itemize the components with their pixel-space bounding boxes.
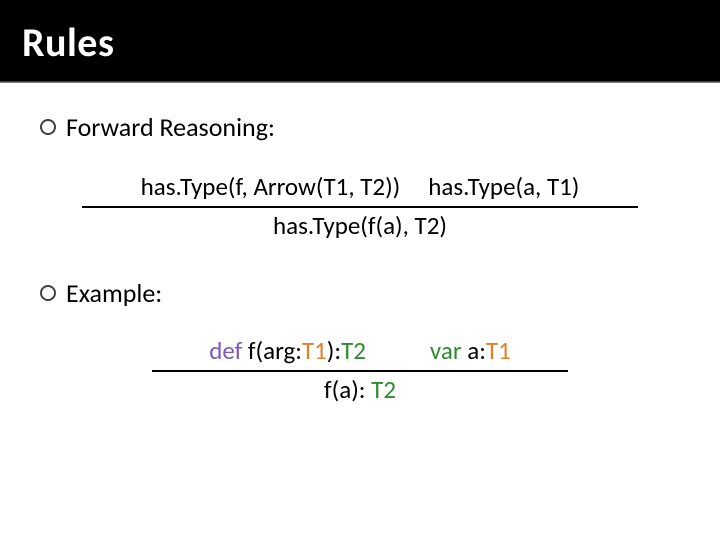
token-lparen-arg: (arg: [256,335,302,366]
inference-line [152,370,568,372]
circle-bullet-icon [40,119,56,135]
bullet-text: Forward Reasoning: [66,111,275,143]
keyword-def: def [209,335,248,366]
title-bar: Rules [0,0,720,82]
slide: Rules Forward Reasoning: has.Type(f, Arr… [0,0,720,540]
identifier-a: a [339,374,351,405]
slide-body: Forward Reasoning: has.Type(f, Arrow(T1,… [0,83,720,405]
bullet-forward-reasoning: Forward Reasoning: [40,111,680,143]
type-t1: T1 [486,335,511,366]
type-t2: T2 [341,335,366,366]
inference-rule-2: def f(arg:T1):T2 var a:T1 f(a): T2 [150,335,570,405]
token-rparen-colon: ): [327,335,341,366]
identifier-f: f [324,374,332,405]
identifier-f: f [248,335,256,366]
token-colon: : [479,335,486,366]
premise-2: has.Type(a, T1) [428,171,579,202]
identifier-a: a [467,335,479,366]
circle-bullet-icon [40,285,56,301]
inference-rule-1: has.Type(f, Arrow(T1, T2)) has.Type(a, T… [80,171,640,241]
bullet-example: Example: [40,277,680,309]
type-t2: T2 [371,374,396,405]
bullet-text: Example: [66,277,162,309]
conclusion: has.Type(f(a), T2) [80,210,640,241]
premises-row: has.Type(f, Arrow(T1, T2)) has.Type(a, T… [80,171,640,202]
type-t1: T1 [302,335,327,366]
token-rparen-colon: ): [351,374,371,405]
premise-1: has.Type(f, Arrow(T1, T2)) [141,171,401,202]
premises-row: def f(arg:T1):T2 var a:T1 [150,335,570,366]
conclusion: f(a): T2 [150,374,570,405]
inference-line [82,206,638,208]
premise-2: var a:T1 [430,335,511,366]
premise-1: def f(arg:T1):T2 [209,335,366,366]
slide-title: Rules [22,18,698,67]
keyword-var: var [430,335,467,366]
